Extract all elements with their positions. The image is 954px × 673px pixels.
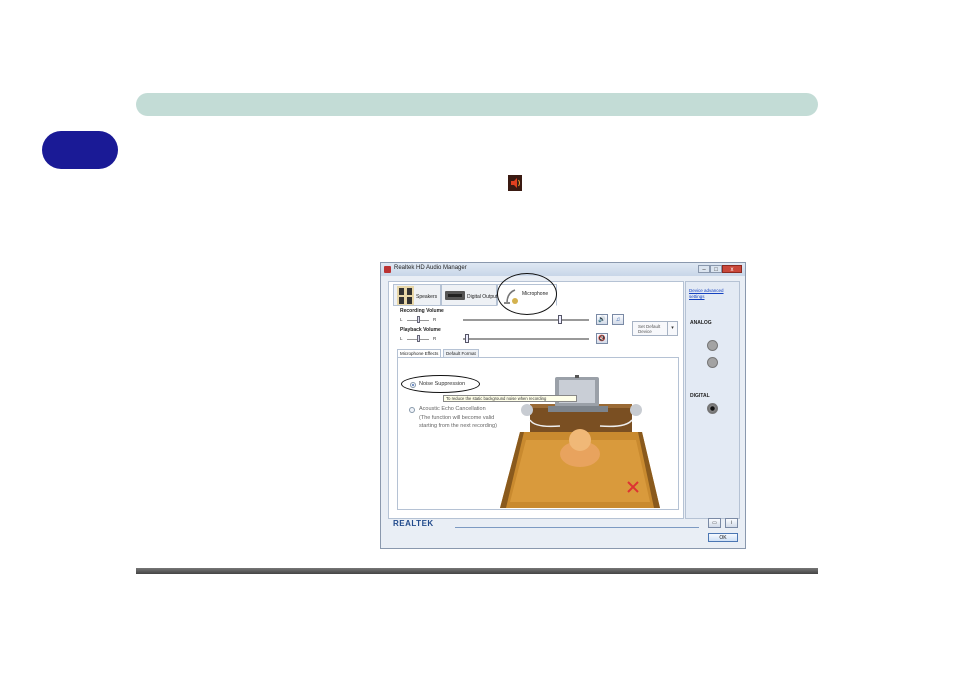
window-title: Realtek HD Audio Manager bbox=[394, 265, 467, 271]
set-default-device-label: Set Default Device bbox=[638, 324, 661, 334]
footer-divider bbox=[455, 527, 699, 528]
playback-volume-track[interactable] bbox=[463, 338, 589, 340]
tab-digital-output-label: Digital Output bbox=[467, 294, 498, 300]
playback-mute-button[interactable]: 🔇 bbox=[596, 333, 608, 344]
chevron-down-icon: ▾ bbox=[667, 322, 677, 335]
footer-rule bbox=[136, 568, 818, 574]
close-button[interactable]: x bbox=[722, 265, 742, 273]
speaker-tray-icon bbox=[508, 175, 522, 191]
noise-suppression-tooltip: To reduce the static background noise wh… bbox=[443, 395, 577, 402]
recording-volume-label: Recording Volume bbox=[400, 308, 444, 314]
minimize-button[interactable]: – bbox=[698, 265, 710, 273]
recording-balance-slider[interactable] bbox=[417, 316, 420, 323]
title-bar: Realtek HD Audio Manager – □ x bbox=[381, 263, 745, 276]
analog-heading: ANALOG bbox=[690, 320, 712, 326]
playback-volume-label: Playback Volume bbox=[400, 327, 441, 333]
digital-heading: DIGITAL bbox=[690, 393, 710, 399]
digital-jack[interactable] bbox=[707, 403, 718, 414]
realtek-logo: REALTEK bbox=[393, 519, 434, 528]
analog-jack-2[interactable] bbox=[707, 357, 718, 368]
playback-balance-slider[interactable] bbox=[417, 335, 420, 342]
recording-boost-button[interactable]: ♫ bbox=[612, 314, 624, 325]
settings-icon[interactable]: ▭ bbox=[708, 518, 721, 528]
playback-balance-right: R bbox=[433, 336, 437, 341]
analog-jack-1[interactable] bbox=[707, 340, 718, 351]
tab-speakers-label: Speakers bbox=[416, 294, 438, 300]
tab-speakers[interactable]: Speakers bbox=[393, 284, 441, 306]
info-icon[interactable]: i bbox=[725, 518, 738, 528]
noise-suppression-callout bbox=[401, 375, 480, 393]
audio-manager-window: Realtek HD Audio Manager – □ x Speakers … bbox=[380, 262, 746, 549]
side-panel: Device advanced settings ANALOG DIGITAL bbox=[685, 281, 740, 519]
playback-volume-slider[interactable] bbox=[465, 334, 470, 343]
aec-note: (The function will become valid starting… bbox=[419, 415, 497, 429]
set-default-device-dropdown[interactable]: Set Default Device ▾ bbox=[632, 321, 678, 336]
acoustic-echo-cancellation-checkbox[interactable] bbox=[409, 407, 415, 413]
recording-volume-slider[interactable] bbox=[558, 315, 563, 324]
ok-button[interactable]: OK bbox=[708, 533, 738, 542]
chapter-tab bbox=[42, 131, 118, 169]
playback-balance-left: L bbox=[400, 336, 403, 341]
recording-balance-left: L bbox=[400, 317, 403, 322]
header-bar bbox=[136, 93, 818, 116]
maximize-button[interactable]: □ bbox=[710, 265, 722, 273]
microphone-tab-callout bbox=[497, 273, 557, 315]
tab-digital-output[interactable]: Digital Output bbox=[441, 284, 497, 306]
digital-output-icon bbox=[445, 291, 465, 300]
recording-volume-track[interactable] bbox=[463, 319, 589, 321]
speakers-icon bbox=[397, 286, 414, 305]
aec-label: Acoustic Echo Cancellation bbox=[419, 406, 486, 412]
recording-mute-button[interactable]: 🔊 bbox=[596, 314, 608, 325]
room-illustration bbox=[500, 375, 660, 508]
device-advanced-settings-link[interactable]: Device advanced settings bbox=[689, 288, 739, 299]
app-icon bbox=[384, 266, 391, 273]
recording-balance-right: R bbox=[433, 317, 437, 322]
